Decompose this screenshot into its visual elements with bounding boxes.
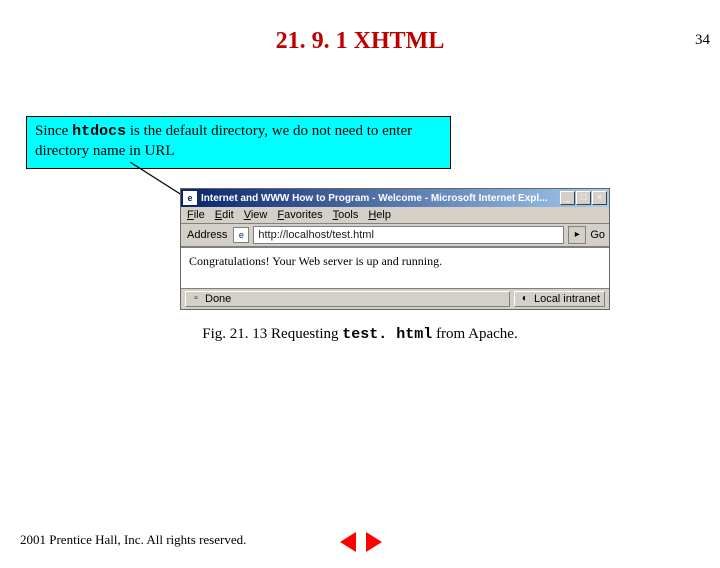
menu-help[interactable]: Help <box>368 209 391 221</box>
figure-caption: Fig. 21. 13 Requesting test. html from A… <box>0 326 720 343</box>
page-number: 34 <box>695 32 710 49</box>
address-label: Address <box>185 229 229 241</box>
prev-slide-button[interactable] <box>340 532 356 552</box>
status-left-text: Done <box>205 292 231 306</box>
copyright-footer: 2001 Prentice Hall, Inc. All rights rese… <box>20 532 246 548</box>
page-body-text: Congratulations! Your Web server is up a… <box>189 254 442 268</box>
browser-content: Congratulations! Your Web server is up a… <box>181 247 609 289</box>
menu-favorites[interactable]: Favorites <box>277 209 322 221</box>
caption-pre: Fig. 21. 13 Requesting <box>202 326 342 342</box>
close-button[interactable]: × <box>592 191 607 205</box>
document-icon: ▫ <box>190 293 202 305</box>
menu-view[interactable]: View <box>244 209 268 221</box>
next-slide-button[interactable] <box>366 532 382 552</box>
browser-title-text: Internet and WWW How to Program - Welcom… <box>201 193 560 204</box>
maximize-button[interactable]: □ <box>576 191 591 205</box>
status-left-cell: ▫ Done <box>185 291 510 307</box>
intranet-icon: ◐ <box>519 293 531 305</box>
section-title: 21. 9. 1 XHTML <box>0 28 720 55</box>
menu-edit[interactable]: Edit <box>215 209 234 221</box>
callout-code: htdocs <box>72 123 126 140</box>
status-right-text: Local intranet <box>534 292 600 306</box>
menu-tools[interactable]: Tools <box>333 209 359 221</box>
go-button[interactable]: ▸ <box>568 226 586 244</box>
minimize-button[interactable]: _ <box>560 191 575 205</box>
status-right-cell: ◐ Local intranet <box>514 291 605 307</box>
browser-menubar: File Edit View Favorites Tools Help <box>181 207 609 224</box>
callout-box: Since htdocs is the default directory, w… <box>26 116 451 169</box>
browser-addressbar: Address e http://localhost/test.html ▸ G… <box>181 224 609 247</box>
ie-icon: e <box>183 191 197 205</box>
browser-statusbar: ▫ Done ◐ Local intranet <box>181 289 609 309</box>
browser-window: e Internet and WWW How to Program - Welc… <box>180 188 610 310</box>
go-label: Go <box>590 229 605 241</box>
browser-titlebar: e Internet and WWW How to Program - Welc… <box>181 189 609 207</box>
caption-code: test. html <box>342 326 432 343</box>
address-input[interactable]: http://localhost/test.html <box>253 226 564 244</box>
callout-text-pre: Since <box>35 123 72 139</box>
menu-file[interactable]: File <box>187 209 205 221</box>
caption-post: from Apache. <box>432 326 517 342</box>
slide-nav <box>340 532 382 552</box>
page-icon: e <box>233 227 249 243</box>
